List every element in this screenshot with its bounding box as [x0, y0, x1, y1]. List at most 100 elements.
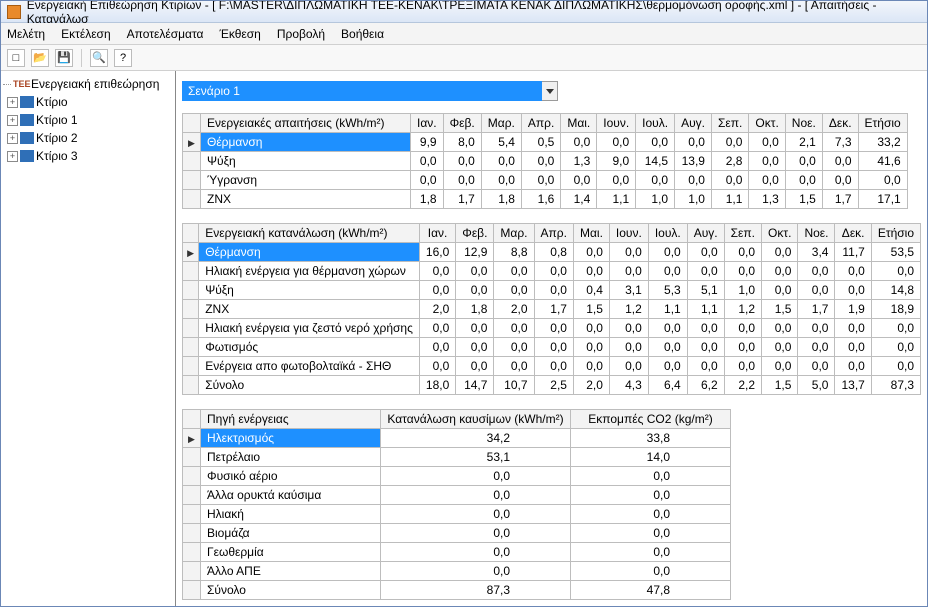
col-header: Νοε. — [785, 114, 822, 133]
cell: 6,4 — [648, 376, 687, 395]
table-row[interactable]: Βιομάζα0,00,0 — [183, 524, 731, 543]
cell: 0,0 — [749, 171, 785, 190]
cell: 0,0 — [481, 171, 521, 190]
expand-icon[interactable]: + — [7, 133, 18, 144]
cell: 0,0 — [456, 338, 494, 357]
row-selector[interactable] — [183, 448, 201, 467]
menu-Προβολή[interactable]: Προβολή — [277, 27, 325, 41]
col-header: Μαι. — [573, 224, 609, 243]
table-row[interactable]: Ηλιακή ενέργεια για ζεστό νερό χρήσης0,0… — [183, 319, 921, 338]
table-row[interactable]: Γεωθερμία0,00,0 — [183, 543, 731, 562]
row-label: Φωτισμός — [199, 338, 420, 357]
expand-icon[interactable]: + — [7, 115, 18, 126]
cell: 0,0 — [573, 243, 609, 262]
tree-item[interactable]: +Κτίριο — [3, 93, 173, 111]
table-row[interactable]: Φυσικό αέριο0,00,0 — [183, 467, 731, 486]
row-selector[interactable] — [183, 190, 201, 209]
row-selector[interactable] — [183, 262, 199, 281]
help-icon[interactable]: ? — [114, 49, 132, 67]
tree-root[interactable]: TEE Ενεργειακή επιθεώρηση — [3, 75, 173, 93]
table-row[interactable]: Πετρέλαιο53,114,0 — [183, 448, 731, 467]
col-header: Ιουλ. — [648, 224, 687, 243]
row-selector[interactable] — [183, 429, 201, 448]
table-row[interactable]: Ενέργεια απο φωτοβολταϊκά - ΣΗΘ 0,0 0,0 0,0… — [183, 357, 921, 376]
tree-item[interactable]: +Κτίριο 2 — [3, 129, 173, 147]
row-selector[interactable] — [183, 300, 199, 319]
row-selector[interactable] — [183, 486, 201, 505]
cell: 0,0 — [521, 171, 560, 190]
tree-item[interactable]: +Κτίριο 1 — [3, 111, 173, 129]
table-row[interactable]: Ηλιακή0,00,0 — [183, 505, 731, 524]
cell: 13,9 — [675, 152, 712, 171]
table-row[interactable]: Θέρμανση9,98,05,40,50,00,00,00,00,00,02,… — [183, 133, 908, 152]
cell: 17,1 — [858, 190, 907, 209]
table-row[interactable]: Ηλεκτρισμός34,233,8 — [183, 429, 731, 448]
menu-Εκτέλεση[interactable]: Εκτέλεση — [61, 27, 111, 41]
table-row[interactable]: Άλλα ορυκτά καύσιμα0,00,0 — [183, 486, 731, 505]
table-row[interactable]: Φωτισμός0,00,00,00,00,00,00,00,00,00,00,… — [183, 338, 921, 357]
table-row[interactable]: Ηλιακή ενέργεια για θέρμανση χώρων0,00,0… — [183, 262, 921, 281]
scenario-select[interactable]: Σενάριο 1 — [182, 81, 542, 101]
row-selector[interactable] — [183, 133, 201, 152]
preview-icon[interactable]: 🔍 — [90, 49, 108, 67]
row-label: Σύνολο — [199, 376, 420, 395]
row-selector[interactable] — [183, 357, 199, 376]
row-selector[interactable] — [183, 581, 201, 600]
row-label: Ενέργεια απο φωτοβολταϊκά - ΣΗΘ — [199, 357, 420, 376]
row-label: Ψύξη — [201, 152, 411, 171]
row-selector[interactable] — [183, 281, 199, 300]
row-selector[interactable] — [183, 171, 201, 190]
row-label: Ηλιακή ενέργεια για θέρμανση χώρων — [199, 262, 420, 281]
table-row[interactable]: Ύγρανση0,00,00,00,00,00,00,00,00,00,00,0… — [183, 171, 908, 190]
row-selector[interactable] — [183, 467, 201, 486]
row-selector[interactable] — [183, 338, 199, 357]
menu-Μελέτη[interactable]: Μελέτη — [7, 27, 45, 41]
cell: 0,0 — [571, 486, 731, 505]
row-selector[interactable] — [183, 543, 201, 562]
row-selector[interactable] — [183, 505, 201, 524]
row-selector[interactable] — [183, 376, 199, 395]
menu-Αποτελέσματα[interactable]: Αποτελέσματα — [127, 27, 204, 41]
cell: 0,0 — [648, 319, 687, 338]
save-icon[interactable]: 💾 — [55, 49, 73, 67]
expand-icon[interactable]: + — [7, 151, 18, 162]
cell: 33,2 — [858, 133, 907, 152]
data-grid: Ενεργειακές απαιτήσεις (kWh/m²)Ιαν.Φεβ.Μ… — [182, 113, 908, 209]
cell: 0,0 — [762, 357, 798, 376]
cell: 0,0 — [648, 357, 687, 376]
cell: 0,0 — [609, 243, 648, 262]
cell: 0,4 — [573, 281, 609, 300]
open-icon[interactable]: 📂 — [31, 49, 49, 67]
scenario-dropdown-icon[interactable] — [542, 81, 558, 101]
window-title: Ενεργειακή Επιθεώρηση Κτιρίων - [ F:\MAS… — [27, 0, 921, 26]
menu-Βοήθεια[interactable]: Βοήθεια — [341, 27, 384, 41]
table-row[interactable]: Σύνολο87,347,8 — [183, 581, 731, 600]
cell: 0,0 — [494, 357, 534, 376]
col-header: Ιαν. — [411, 114, 444, 133]
cell: 1,5 — [573, 300, 609, 319]
building-icon — [20, 114, 34, 126]
cell: 0,0 — [419, 338, 455, 357]
expand-icon[interactable]: + — [7, 97, 18, 108]
new-icon[interactable]: □ — [7, 49, 25, 67]
row-selector[interactable] — [183, 562, 201, 581]
app-window: Ενεργειακή Επιθεώρηση Κτιρίων - [ F:\MAS… — [0, 0, 928, 607]
table-row[interactable]: Ψύξη0,00,00,00,01,39,014,513,92,80,00,00… — [183, 152, 908, 171]
row-selector[interactable] — [183, 152, 201, 171]
menu-Έκθεση[interactable]: Έκθεση — [219, 27, 260, 41]
table-row[interactable]: Ψύξη0,00,00,00,00,43,15,35,11,00,00,00,0… — [183, 281, 921, 300]
table-row[interactable]: Άλλο ΑΠΕ0,00,0 — [183, 562, 731, 581]
cell: 0,0 — [381, 486, 571, 505]
table-row[interactable]: ΖΝΧ2,01,82,01,71,51,21,11,11,21,51,71,91… — [183, 300, 921, 319]
row-selector[interactable] — [183, 524, 201, 543]
cell: 10,7 — [494, 376, 534, 395]
table-row[interactable]: ΖΝΧ1,81,71,81,61,41,11,01,01,11,31,51,71… — [183, 190, 908, 209]
table-row[interactable]: Θέρμανση16,012,98,80,80,00,00,00,00,00,0… — [183, 243, 921, 262]
tree-item[interactable]: +Κτίριο 3 — [3, 147, 173, 165]
cell: 0,0 — [494, 338, 534, 357]
row-selector[interactable] — [183, 319, 199, 338]
cell: 5,4 — [481, 133, 521, 152]
table-row[interactable]: Σύνολο18,014,710,72,52,04,36,46,22,21,55… — [183, 376, 921, 395]
row-selector[interactable] — [183, 243, 199, 262]
cell: 1,5 — [762, 300, 798, 319]
